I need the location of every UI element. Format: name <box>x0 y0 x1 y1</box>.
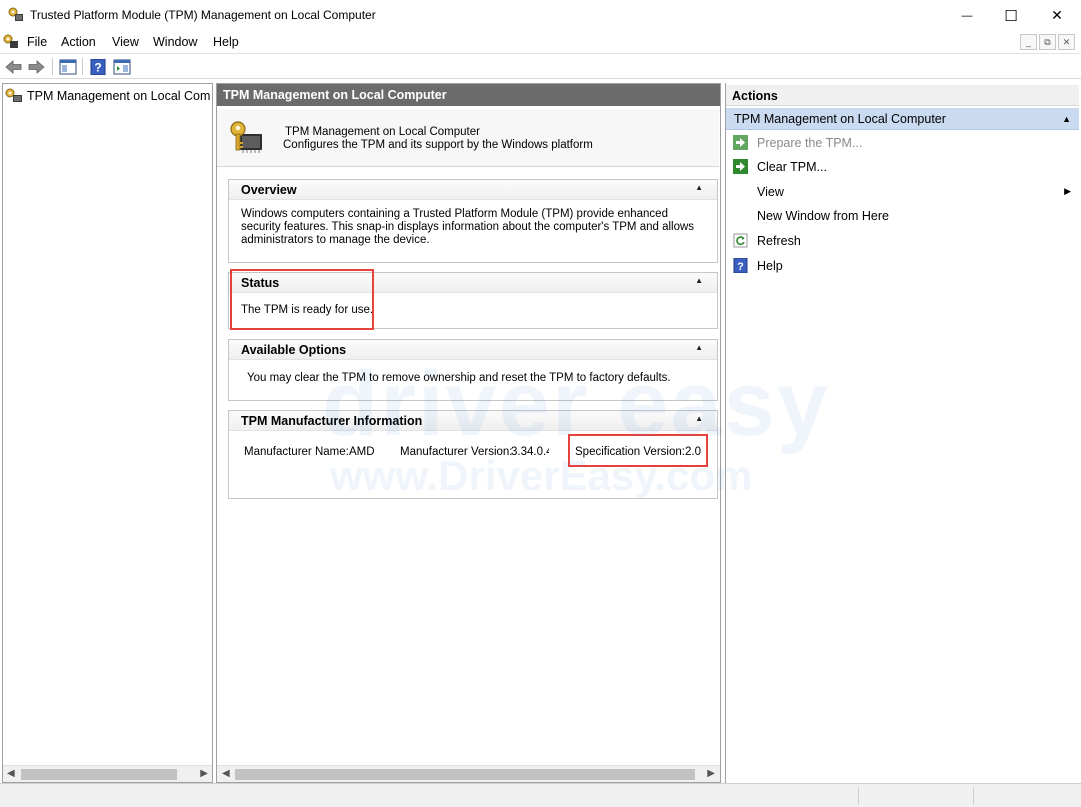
help-icon: ? <box>90 58 106 75</box>
action-prepare-tpm[interactable]: Prepare the TPM... <box>726 132 1079 154</box>
minimize-icon: — <box>961 9 973 22</box>
available-options-title: Available Options <box>241 343 347 357</box>
forward-arrow-icon <box>28 59 45 74</box>
green-arrow-icon <box>733 135 748 150</box>
console-tree-icon <box>59 59 77 74</box>
title-bar: Trusted Platform Module (TPM) Management… <box>0 0 1081 31</box>
available-options-section: Available Options ▲ You may clear the TP… <box>228 339 718 401</box>
manufacturer-info-title: TPM Manufacturer Information <box>241 414 423 428</box>
refresh-icon <box>733 233 748 248</box>
action-label: Help <box>757 259 783 273</box>
menu-window[interactable]: Window <box>153 35 197 49</box>
submenu-arrow-icon: ▶ <box>1064 186 1071 196</box>
forward-button[interactable] <box>26 57 46 76</box>
scroll-right-icon[interactable]: ▶ <box>200 768 208 779</box>
menu-bar: File Action View Window Help _ ⧉ ✕ <box>0 31 1081 53</box>
action-label: Prepare the TPM... <box>757 136 863 150</box>
collapse-icon[interactable]: ▲ <box>695 414 703 423</box>
spec-version-highlight-box <box>568 434 708 467</box>
toolbar-separator <box>82 58 83 75</box>
results-pane: TPM Management on Local Computer TPM Man… <box>216 83 721 783</box>
status-bar-separator <box>858 787 859 805</box>
results-pane-header: TPM Management on Local Computer <box>217 84 720 106</box>
manufacturer-version-label: Manufacturer Version: <box>400 446 513 458</box>
actions-group-label: TPM Management on Local Computer <box>734 112 946 126</box>
action-refresh[interactable]: Refresh <box>726 230 1079 252</box>
menu-file[interactable]: File <box>27 35 47 49</box>
collapse-icon[interactable]: ▲ <box>695 183 703 192</box>
action-label: Refresh <box>757 234 801 248</box>
help-icon: ? <box>733 258 748 273</box>
actions-pane-header: Actions <box>726 85 1079 106</box>
back-button[interactable] <box>4 57 24 76</box>
overview-body: Windows computers containing a Trusted P… <box>241 208 695 246</box>
help-toolbar-button[interactable]: ? <box>88 57 108 76</box>
show-hide-action-pane-button[interactable] <box>112 57 132 76</box>
available-options-body: You may clear the TPM to remove ownershi… <box>247 372 671 384</box>
back-arrow-icon <box>5 59 22 74</box>
console-tree-pane: TPM Management on Local Comp ◀ ▶ <box>2 83 213 783</box>
tpm-key-icon <box>5 88 22 102</box>
action-label: View <box>757 185 784 199</box>
mdi-controls: _ ⧉ ✕ <box>1018 34 1075 50</box>
actions-group-header[interactable]: TPM Management on Local Computer ▲ <box>726 108 1079 130</box>
green-arrow-icon <box>733 159 748 174</box>
status-highlight-box <box>230 269 374 330</box>
scroll-thumb[interactable] <box>235 769 695 780</box>
toolbar-separator <box>52 58 53 75</box>
snapin-title: TPM Management on Local Computer <box>285 126 480 138</box>
menu-action[interactable]: Action <box>61 35 96 49</box>
mdi-close-button[interactable]: ✕ <box>1058 34 1075 50</box>
maximize-icon: ☐ <box>1004 7 1018 25</box>
mdi-minimize-button[interactable]: _ <box>1020 34 1037 50</box>
manufacturer-version-value: 3.34.0.4 <box>511 446 549 458</box>
action-help[interactable]: ? Help <box>726 255 1079 277</box>
tpm-key-icon <box>8 7 23 21</box>
tree-item-tpm-management[interactable]: TPM Management on Local Comp <box>5 87 210 105</box>
snapin-header: TPM Management on Local Computer Configu… <box>217 109 719 167</box>
maximize-button[interactable]: ☐ <box>988 0 1034 31</box>
action-view[interactable]: View ▶ <box>726 181 1079 203</box>
minimize-button[interactable]: — <box>944 0 990 31</box>
scroll-left-icon[interactable]: ◀ <box>222 768 230 779</box>
tree-item-label: TPM Management on Local Comp <box>27 89 210 103</box>
close-icon: ✕ <box>1051 7 1063 23</box>
menu-view[interactable]: View <box>112 35 139 49</box>
manufacturer-name-value: AMD <box>349 446 375 458</box>
show-hide-tree-button[interactable] <box>58 57 78 76</box>
tree-horizontal-scrollbar[interactable]: ◀ ▶ <box>3 765 212 782</box>
collapse-icon[interactable]: ▲ <box>695 343 703 352</box>
status-bar <box>0 783 1081 807</box>
mdi-restore-button[interactable]: ⧉ <box>1039 34 1056 50</box>
manufacturer-name-label: Manufacturer Name: <box>244 446 349 458</box>
toolbar: ? <box>0 53 1081 79</box>
system-menu-icon[interactable] <box>3 34 19 50</box>
action-label: Clear TPM... <box>757 160 827 174</box>
results-horizontal-scrollbar[interactable]: ◀ ▶ <box>217 765 720 782</box>
actions-pane: Actions TPM Management on Local Computer… <box>725 83 1079 783</box>
scroll-left-icon[interactable]: ◀ <box>7 768 15 779</box>
action-new-window[interactable]: New Window from Here <box>726 205 1079 227</box>
tpm-chip-key-icon <box>230 121 262 153</box>
window-title: Trusted Platform Module (TPM) Management… <box>30 8 376 22</box>
action-pane-icon <box>113 59 131 74</box>
status-bar-separator <box>973 787 974 805</box>
collapse-icon[interactable]: ▲ <box>695 276 703 285</box>
close-button[interactable]: ✕ <box>1034 0 1080 31</box>
svg-text:?: ? <box>94 60 101 74</box>
overview-section: Overview ▲ Windows computers containing … <box>228 179 718 263</box>
menu-help[interactable]: Help <box>213 35 239 49</box>
available-options-section-header[interactable]: Available Options ▲ <box>229 340 717 360</box>
scroll-right-icon[interactable]: ▶ <box>707 768 715 779</box>
manufacturer-info-section-header[interactable]: TPM Manufacturer Information ▲ <box>229 411 717 431</box>
scroll-thumb[interactable] <box>21 769 177 780</box>
action-label: New Window from Here <box>757 209 889 223</box>
overview-section-header[interactable]: Overview ▲ <box>229 180 717 200</box>
collapse-icon[interactable]: ▲ <box>1062 114 1071 124</box>
snapin-description: Configures the TPM and its support by th… <box>283 139 593 151</box>
action-clear-tpm[interactable]: Clear TPM... <box>726 156 1079 178</box>
overview-title: Overview <box>241 183 297 197</box>
svg-text:?: ? <box>737 261 744 273</box>
